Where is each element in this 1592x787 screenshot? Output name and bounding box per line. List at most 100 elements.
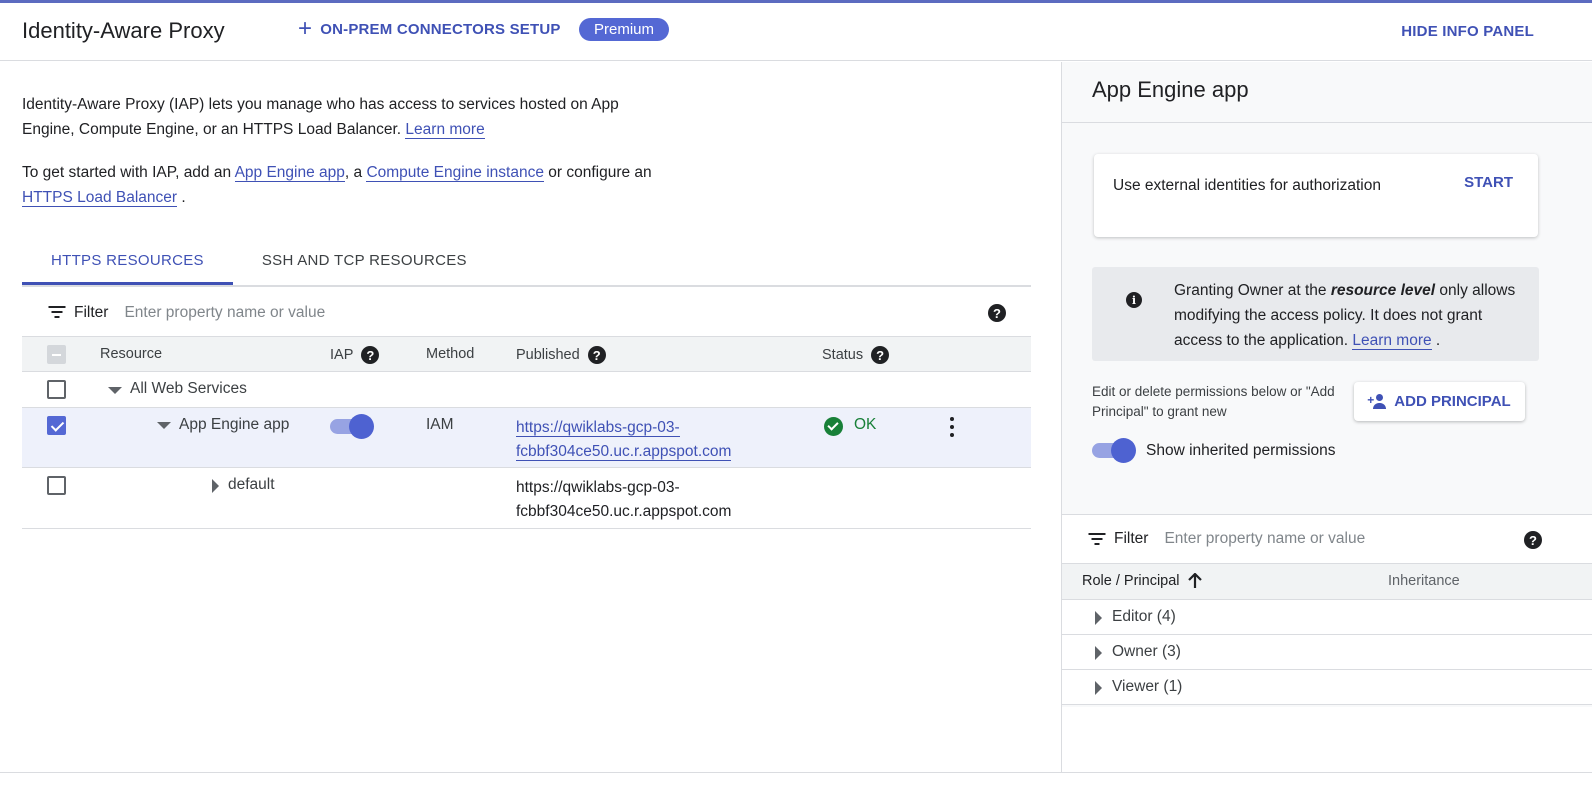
column-resource-label: Resource: [100, 346, 163, 362]
on-prem-connectors-setup-button[interactable]: + ON-PREM CONNECTORS SETUP: [298, 15, 561, 42]
published-url-line2: fcbbf304ce50.uc.r.appspot.com: [516, 443, 732, 461]
add-principal-button[interactable]: + ADD PRINCIPAL: [1354, 382, 1525, 421]
help-icon[interactable]: ?: [587, 346, 606, 364]
resource-name: App Engine app: [179, 416, 290, 433]
help-icon[interactable]: ?: [871, 346, 890, 364]
compute-engine-instance-link[interactable]: Compute Engine instance: [366, 164, 544, 182]
external-identities-card: Use external identities for authorizatio…: [1094, 154, 1538, 237]
table-header: Resource IAP? Method Published? Status?: [22, 337, 1031, 372]
more-vert-icon[interactable]: [949, 417, 955, 439]
add-principal-label: ADD PRINCIPAL: [1394, 393, 1511, 410]
filter-label: Filter: [1114, 530, 1149, 547]
column-resource[interactable]: Resource: [100, 346, 162, 362]
hide-info-panel-button[interactable]: HIDE INFO PANEL: [1401, 23, 1534, 40]
column-published[interactable]: Published?: [516, 346, 606, 364]
learn-more-link[interactable]: Learn more: [405, 121, 485, 139]
page-title: Identity-Aware Proxy: [22, 18, 225, 43]
external-identities-text: Use external identities for authorizatio…: [1113, 177, 1381, 194]
role-label: Viewer (1): [1112, 678, 1183, 695]
iap-toggle[interactable]: [330, 414, 374, 440]
role-label: Owner (3): [1112, 643, 1181, 660]
help-icon[interactable]: ?: [988, 304, 1006, 322]
tab-ssh-tcp-resources[interactable]: SSH AND TCP RESOURCES: [233, 242, 496, 285]
show-inherited-toggle[interactable]: [1092, 438, 1136, 464]
show-inherited-label: Show inherited permissions: [1146, 442, 1336, 459]
filter-icon: [1088, 532, 1105, 546]
tab-https-resources[interactable]: HTTPS RESOURCES: [22, 242, 233, 285]
plus-icon: +: [298, 15, 313, 42]
help-icon[interactable]: ?: [1524, 531, 1542, 549]
resource-name: All Web Services: [130, 380, 247, 397]
divider: [0, 772, 1592, 773]
filter-input[interactable]: [124, 303, 825, 322]
column-status-label: Status: [822, 347, 864, 363]
person-add-icon: +: [1367, 393, 1388, 410]
column-inheritance-label: Inheritance: [1388, 573, 1460, 589]
main-content: Identity-Aware Proxy (IAP) lets you mana…: [0, 62, 1061, 772]
published-url-line2: fcbbf304ce50.uc.r.appspot.com: [516, 503, 732, 520]
caret-right-icon: [1095, 681, 1102, 695]
filter-label: Filter: [74, 303, 109, 321]
caret-right-icon: [1095, 646, 1102, 660]
permissions-table-header: Role / Principal Inheritance: [1062, 564, 1592, 600]
permissions-filter-input[interactable]: [1164, 530, 1505, 548]
published-url: https://qwiklabs-gcp-03- fcbbf304ce50.uc…: [516, 476, 731, 524]
panel-empty-area: [1062, 707, 1592, 772]
page-header: Identity-Aware Proxy + ON-PREM CONNECTOR…: [0, 3, 1592, 61]
getting-started-paragraph: To get started with IAP, add an App Engi…: [22, 160, 662, 210]
status-value: OK: [854, 416, 877, 433]
column-published-label: Published: [516, 347, 580, 363]
info-text: .: [1431, 332, 1441, 349]
https-load-balancer-link[interactable]: HTTPS Load Balancer: [22, 189, 178, 207]
resource-name: default: [228, 476, 275, 493]
method-value: IAM: [426, 416, 454, 433]
edit-permissions-hint: Edit or delete permissions below or "Add…: [1092, 384, 1335, 419]
role-label: Editor (4): [1112, 608, 1176, 625]
info-icon: i: [1126, 292, 1142, 308]
caret-right-icon: [1095, 611, 1102, 625]
getting-started-text: , a: [344, 164, 367, 181]
table-row: default https://qwiklabs-gcp-03- fcbbf30…: [22, 468, 1031, 529]
owner-info-text: Granting Owner at the resource level onl…: [1174, 278, 1529, 353]
help-icon[interactable]: ?: [361, 346, 380, 364]
table-row[interactable]: App Engine app IAM https://qwiklabs-gcp-…: [22, 407, 1031, 468]
resource-tabs: HTTPS RESOURCES SSH AND TCP RESOURCES: [22, 242, 1031, 287]
getting-started-text: or configure an: [543, 164, 652, 181]
start-button[interactable]: START: [1464, 174, 1513, 191]
role-row-editor[interactable]: Editor (4): [1062, 600, 1592, 635]
row-checkbox[interactable]: [47, 380, 66, 399]
role-row-viewer[interactable]: Viewer (1): [1062, 670, 1592, 705]
published-url-line1: https://qwiklabs-gcp-03-: [516, 479, 680, 496]
premium-badge: Premium: [579, 18, 670, 41]
caret-down-icon[interactable]: [108, 387, 122, 394]
column-method-label: Method: [426, 346, 475, 362]
row-checkbox[interactable]: [47, 416, 66, 435]
column-iap[interactable]: IAP?: [330, 346, 380, 364]
info-text: Granting Owner at the: [1174, 282, 1331, 299]
published-url-link[interactable]: https://qwiklabs-gcp-03- fcbbf304ce50.uc…: [516, 416, 732, 464]
filter-icon: [48, 306, 65, 319]
check-circle-icon: [824, 417, 843, 436]
published-url-line1: https://qwiklabs-gcp-03-: [516, 419, 680, 437]
app-engine-app-link[interactable]: App Engine app: [234, 164, 345, 182]
caret-down-icon[interactable]: [157, 422, 171, 429]
column-method[interactable]: Method: [426, 346, 474, 362]
select-all-checkbox[interactable]: [47, 345, 66, 364]
learn-more-link[interactable]: Learn more: [1352, 332, 1432, 350]
column-role-principal[interactable]: Role / Principal: [1082, 573, 1202, 589]
column-role-label: Role / Principal: [1082, 573, 1180, 589]
column-status[interactable]: Status?: [822, 346, 890, 364]
arrow-up-icon: [1187, 573, 1202, 588]
resource-filter-bar: Filter ?: [22, 289, 1031, 337]
intro-paragraph: Identity-Aware Proxy (IAP) lets you mana…: [22, 92, 662, 142]
info-emphasis: resource level: [1330, 282, 1436, 299]
caret-right-icon[interactable]: [212, 479, 219, 493]
column-inheritance[interactable]: Inheritance: [1388, 573, 1460, 589]
getting-started-text: .: [177, 189, 186, 206]
role-row-owner[interactable]: Owner (3): [1062, 635, 1592, 670]
connectors-label: ON-PREM CONNECTORS SETUP: [320, 20, 561, 38]
getting-started-text: To get started with IAP, add an: [22, 164, 235, 181]
row-checkbox[interactable]: [47, 476, 66, 495]
table-row: All Web Services: [22, 372, 1031, 408]
info-panel-title: App Engine app: [1092, 77, 1249, 102]
